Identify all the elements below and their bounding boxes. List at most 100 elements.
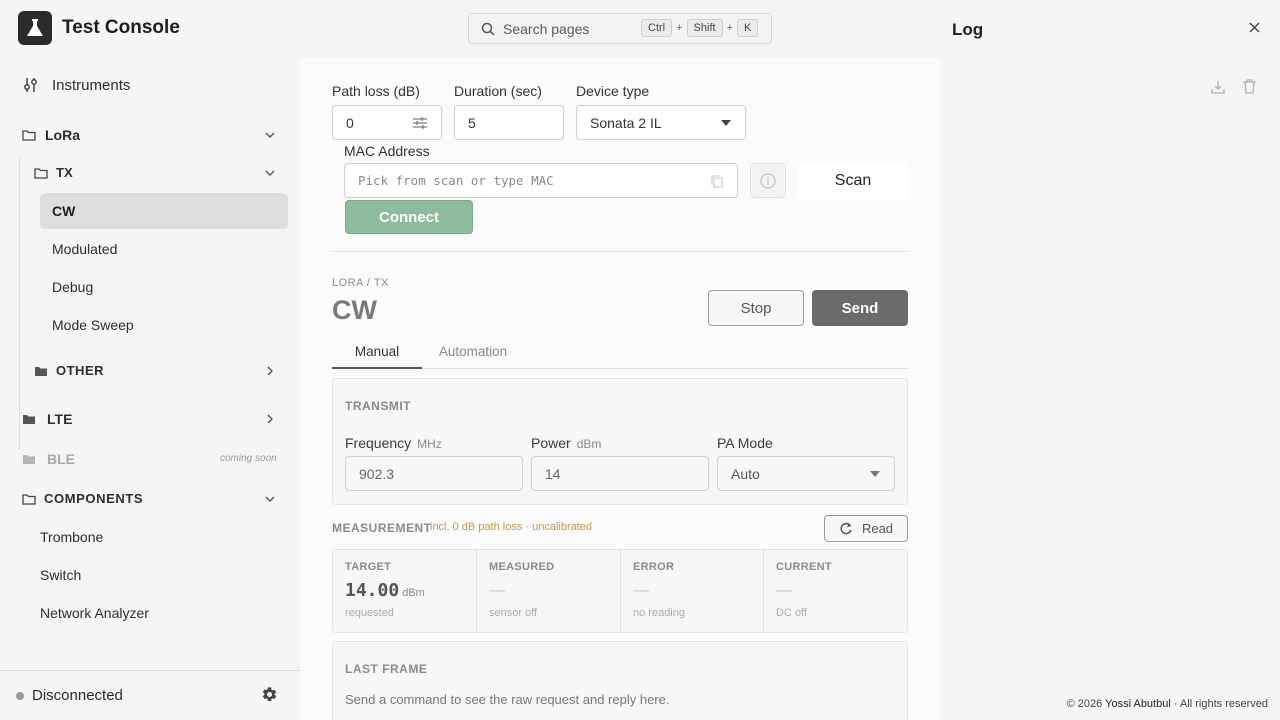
last-frame-text: Send a command to see the raw request an…: [345, 692, 670, 707]
log-title: Log: [952, 20, 984, 39]
measurement-caption: MEASUREMENT: [332, 521, 432, 535]
sidebar-item-cw[interactable]: CW: [52, 203, 75, 219]
chevron-down-icon[interactable]: [264, 495, 276, 503]
shortcut-hint: Ctrl + Shift + K: [641, 19, 759, 37]
sidebar-label-mode-sweep: Mode Sweep: [52, 317, 134, 333]
transmit-caption: TRANSMIT: [345, 399, 411, 413]
duration-value: 5: [468, 114, 476, 131]
tab-automation-label: Automation: [438, 344, 508, 359]
folder-outline-icon: [22, 130, 36, 141]
tab-automation[interactable]: Automation: [426, 337, 520, 369]
close-icon[interactable]: [1249, 22, 1260, 33]
duration-input[interactable]: 5: [454, 105, 564, 140]
sidebar-label-trombone: Trombone: [40, 529, 104, 545]
sidebar-label-modulated: Modulated: [52, 241, 118, 257]
app-logo[interactable]: [18, 11, 52, 45]
chevron-right-icon[interactable]: [266, 413, 274, 425]
metric-current-sub: DC off: [776, 607, 807, 619]
page-title: CW: [332, 295, 377, 325]
sidebar-group-other[interactable]: OTHER: [34, 363, 104, 378]
metric-error-sub: no reading: [633, 607, 685, 619]
metric-current-value: —: [776, 582, 792, 599]
connection-status: Disconnected: [32, 687, 123, 704]
sidebar-item-trombone[interactable]: Trombone: [40, 529, 103, 545]
sidebar-label-switch: Switch: [40, 567, 82, 583]
tune-icon[interactable]: [413, 117, 427, 129]
chevron-right-icon[interactable]: [266, 365, 274, 377]
mac-info-button[interactable]: [750, 163, 786, 198]
metric-target-sub: requested: [345, 607, 394, 619]
trash-icon[interactable]: [1243, 79, 1256, 94]
sidebar-item-cw-active-bg: [40, 193, 288, 229]
sidebar-item-modulated[interactable]: Modulated: [52, 241, 117, 257]
caret-down-icon: [721, 120, 731, 126]
sidebar-group-lora[interactable]: LoRa: [22, 127, 80, 143]
sidebar-label-ble: BLE: [47, 451, 75, 467]
metric-error-caption: ERROR: [633, 561, 675, 573]
duration-label: Duration (sec): [454, 83, 542, 99]
copyright-author: Yossi Abutbul: [1105, 698, 1171, 710]
sidebar-item-debug[interactable]: Debug: [52, 279, 93, 295]
kbd-plus: +: [726, 22, 733, 34]
folder-icon: [23, 415, 35, 424]
mac-address-input[interactable]: Pick from scan or type MAC: [344, 163, 738, 198]
read-button[interactable]: Read: [824, 515, 908, 542]
sidebar-group-lte[interactable]: LTE: [22, 411, 72, 427]
metric-target-caption: TARGET: [345, 561, 392, 573]
kbd-plus: +: [676, 22, 683, 34]
metric-target-unit: dBm: [402, 587, 425, 599]
coming-soon-badge: coming soon: [220, 453, 277, 464]
sidebar-item-network-analyzer[interactable]: Network Analyzer: [40, 605, 149, 621]
chevron-down-icon[interactable]: [264, 169, 276, 177]
metric-current: CURRENT — DC off: [764, 550, 907, 632]
path-loss-input[interactable]: 0: [332, 105, 442, 140]
sidebar-item-instruments[interactable]: Instruments: [22, 76, 130, 94]
sidebar-footer: Disconnected: [0, 670, 300, 720]
scan-button[interactable]: Scan: [798, 163, 908, 199]
sidebar-item-mode-sweep[interactable]: Mode Sweep: [52, 317, 134, 333]
flask-icon: [27, 19, 43, 36]
pa-mode-select[interactable]: Auto: [717, 456, 895, 491]
power-input[interactable]: 14: [531, 456, 709, 491]
download-icon[interactable]: [1211, 80, 1225, 94]
read-button-label: Read: [861, 521, 894, 536]
tab-manual-label: Manual: [354, 344, 400, 359]
copyright-prefix: © 2026: [1066, 698, 1106, 710]
device-type-value: Sonata 2 IL: [590, 114, 662, 131]
connect-button[interactable]: Connect: [345, 200, 473, 234]
device-type-select[interactable]: Sonata 2 IL: [576, 105, 746, 140]
metric-error-value: —: [633, 582, 649, 599]
sidebar-group-tx[interactable]: TX: [34, 165, 73, 180]
power-label: Power dBm: [531, 435, 601, 451]
transmit-card: TRANSMIT Frequency MHz 902.3 Power dBm 14 …: [332, 378, 908, 505]
copyright-suffix: · All rights reserved: [1170, 698, 1268, 710]
sliders-icon: [24, 78, 37, 92]
folder-icon: [35, 366, 47, 376]
folder-outline-icon: [22, 493, 36, 505]
send-button[interactable]: Send: [812, 290, 908, 326]
sidebar-item-switch[interactable]: Switch: [40, 567, 81, 583]
copy-icon[interactable]: [711, 175, 723, 188]
sidebar-label-lora: LoRa: [45, 127, 80, 143]
sidebar-label-cw: CW: [52, 203, 76, 219]
frequency-input[interactable]: 902.3: [345, 456, 523, 491]
main-panel: Path loss (dB) 0 Duration (sec) 5 Device…: [300, 58, 940, 720]
sidebar-group-components[interactable]: COMPONENTS: [22, 491, 143, 506]
gear-icon[interactable]: [261, 686, 278, 703]
metric-current-caption: CURRENT: [776, 561, 832, 573]
stop-button[interactable]: Stop: [708, 290, 804, 326]
device-type-label: Device type: [576, 83, 650, 99]
search-box[interactable]: Search pages Ctrl + Shift + K: [468, 13, 772, 44]
folder-outline-icon: [34, 167, 48, 179]
sidebar-label-tx: TX: [56, 165, 73, 180]
metric-measured-sub: sensor off: [489, 607, 538, 619]
last-frame-caption: LAST FRAME: [345, 662, 428, 676]
log-panel: Log © 2026 Yossi Abutbul · All rights re…: [940, 0, 1280, 720]
sidebar-label-lte: LTE: [47, 411, 73, 427]
sidebar-label-components: COMPONENTS: [44, 491, 144, 506]
frequency-label-text: Frequency: [345, 435, 412, 451]
chevron-down-icon[interactable]: [264, 131, 276, 139]
power-unit: dBm: [576, 437, 602, 451]
kbd-k: K: [737, 19, 759, 37]
tab-manual[interactable]: Manual: [332, 337, 422, 369]
